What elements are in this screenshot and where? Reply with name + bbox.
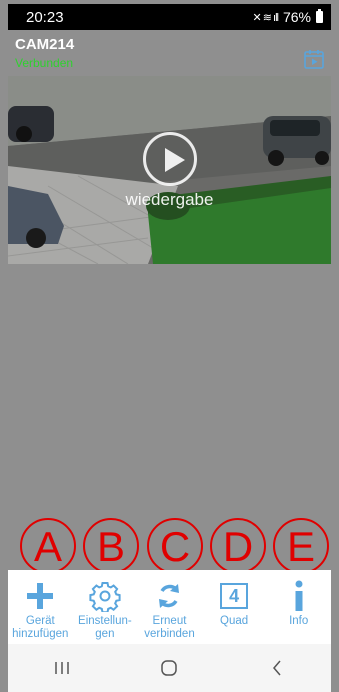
quad-button[interactable]: 4 Quad [202, 570, 267, 644]
annotation-markers: A B C D E [20, 518, 330, 574]
play-label: wiedergabe [125, 190, 214, 209]
quad-label: Quad [220, 615, 249, 627]
reconnect-label: Erneut verbinden [144, 615, 195, 640]
settings-button[interactable]: Einstellun- gen [73, 570, 138, 644]
refresh-icon [153, 580, 185, 612]
quad-count: 4 [220, 583, 249, 609]
back-icon [273, 660, 281, 676]
quad-icon: 4 [218, 580, 250, 612]
home-icon [161, 660, 178, 676]
camera-header: CAM214 Verbunden [8, 30, 331, 76]
calendar-playback-icon[interactable] [303, 48, 325, 70]
connection-status: Verbunden [15, 56, 74, 70]
marker-a: A [20, 518, 76, 574]
system-nav-bar [8, 644, 331, 692]
marker-e: E [273, 518, 329, 574]
battery-percent: 76% [282, 9, 311, 25]
add-device-button[interactable]: Gerät hinzufügen [8, 570, 73, 644]
status-indicators: ✕ ≋ ıll 76% [252, 9, 323, 25]
status-bar: 20:23 ✕ ≋ ıll 76% [8, 4, 331, 30]
add-device-label: Gerät hinzufügen [12, 615, 69, 640]
marker-c: C [147, 518, 203, 574]
bottom-toolbar: Gerät hinzufügen Einstellun- gen Erneut … [8, 570, 331, 644]
camera-video-feed[interactable]: wiedergabe [8, 76, 331, 264]
back-button[interactable] [247, 653, 307, 683]
gear-icon [89, 580, 121, 612]
camera-name: CAM214 [15, 36, 75, 53]
recent-apps-button[interactable] [32, 653, 92, 683]
marker-b: B [83, 518, 139, 574]
plus-icon [24, 580, 56, 612]
status-time: 20:23 [26, 8, 64, 26]
recents-icon [55, 662, 69, 674]
battery-icon [316, 9, 323, 23]
home-button[interactable] [139, 653, 199, 683]
marker-d: D [210, 518, 266, 574]
info-label: Info [289, 615, 309, 627]
play-overlay[interactable]: wiedergabe [8, 132, 331, 210]
info-button[interactable]: Info [266, 570, 331, 644]
info-icon [283, 580, 315, 612]
play-icon[interactable] [142, 132, 197, 186]
settings-label: Einstellun- gen [78, 615, 132, 640]
reconnect-button[interactable]: Erneut verbinden [137, 570, 202, 644]
signal-icon: ✕ ≋ ıll [252, 11, 278, 24]
